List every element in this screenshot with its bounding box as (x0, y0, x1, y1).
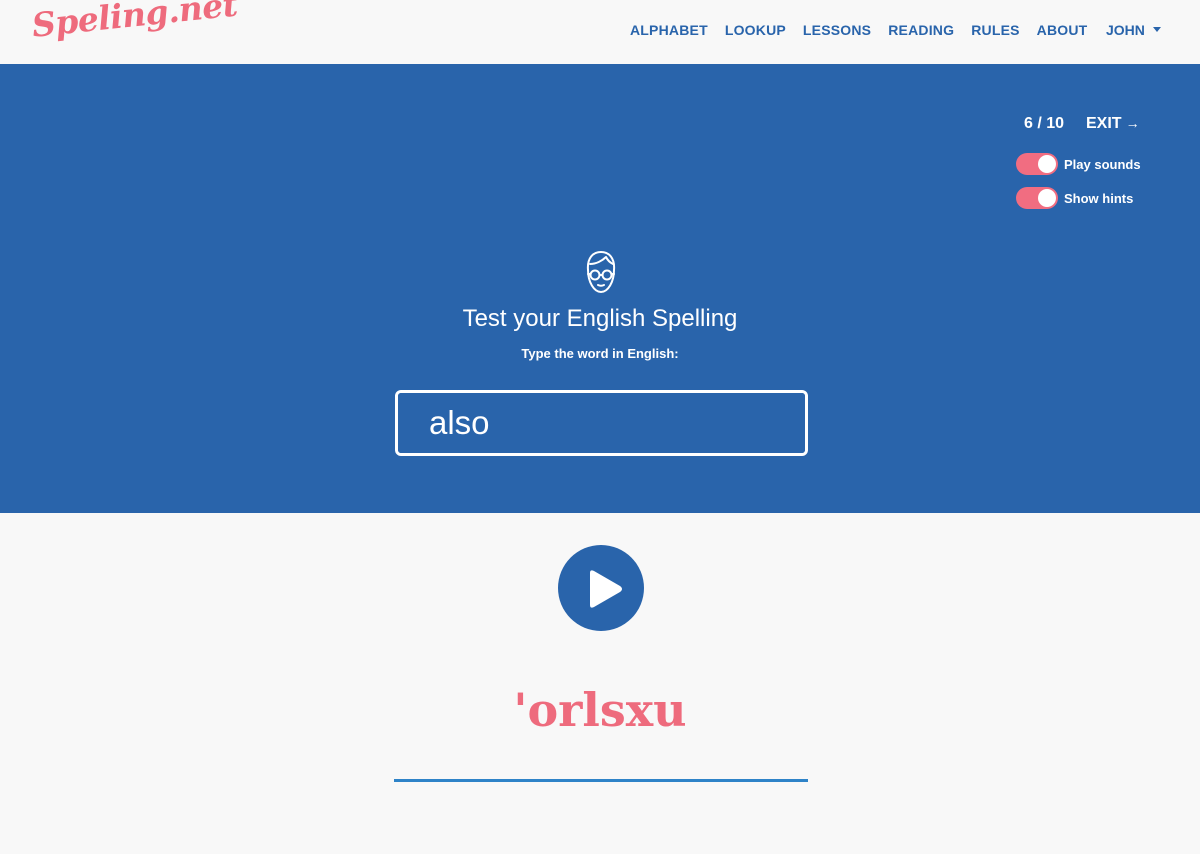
answer-form (395, 390, 808, 456)
toggle-switch[interactable] (1016, 153, 1058, 175)
phonetic-hint: 'orlsxu (513, 683, 687, 737)
play-icon (590, 570, 622, 608)
nav-reading[interactable]: READING (888, 22, 954, 38)
nav-alphabet[interactable]: ALPHABET (630, 22, 708, 38)
exit-button[interactable]: EXIT → (1086, 115, 1140, 133)
user-name: JOHN (1106, 22, 1145, 38)
show-hints-toggle[interactable]: Show hints (1016, 187, 1133, 209)
quiz-panel: 6 / 10 EXIT → Play sounds Show hints Test… (0, 64, 1200, 513)
play-sounds-toggle[interactable]: Play sounds (1016, 153, 1141, 175)
nav-lookup[interactable]: LOOKUP (725, 22, 786, 38)
user-menu[interactable]: JOHN (1106, 22, 1161, 38)
exit-label: EXIT (1086, 115, 1122, 132)
toggle-label: Play sounds (1064, 156, 1141, 172)
caret-down-icon (1152, 26, 1161, 32)
nav-lessons[interactable]: LESSONS (803, 22, 871, 38)
quiz-progress: 6 / 10 (1024, 115, 1065, 132)
answer-input[interactable] (398, 393, 805, 453)
main-nav: ALPHABET LOOKUP LESSONS READING RULES AB… (630, 22, 1104, 38)
quiz-title: Test your English Spelling (462, 305, 738, 332)
toggle-knob (1038, 155, 1056, 173)
toggle-knob (1038, 189, 1056, 207)
toggle-switch[interactable] (1016, 187, 1058, 209)
nav-about[interactable]: ABOUT (1037, 22, 1088, 38)
nav-rules[interactable]: RULES (971, 22, 1019, 38)
arrow-right-icon: → (1125, 115, 1140, 131)
play-audio-button[interactable] (558, 545, 644, 631)
site-logo[interactable]: Speling.net (30, 0, 239, 45)
student-face-icon (586, 251, 616, 293)
toggle-label: Show hints (1064, 190, 1134, 206)
quiz-instruction: Type the word in English: (521, 346, 679, 361)
divider-line (394, 779, 808, 782)
top-navbar: Speling.net ALPHABET LOOKUP LESSONS READ… (0, 0, 1200, 64)
